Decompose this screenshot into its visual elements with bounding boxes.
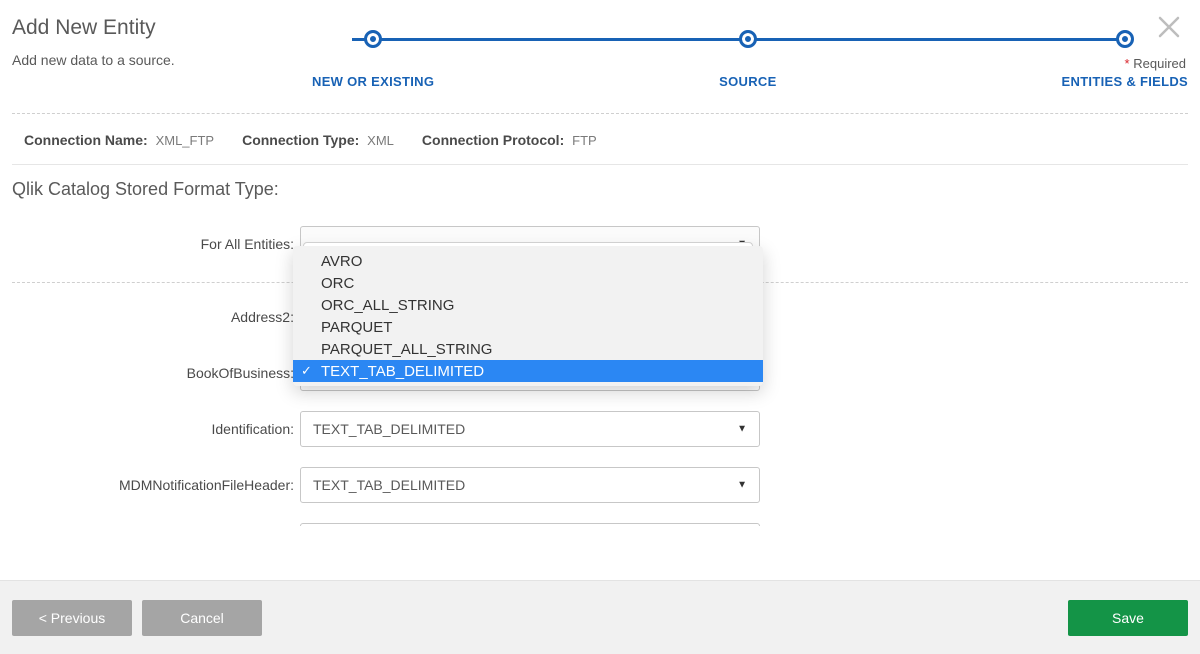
- select-value: TEXT_TAB_DELIMITED: [313, 477, 465, 493]
- dropdown-top-edge: [303, 242, 753, 246]
- identification-select[interactable]: TEXT_TAB_DELIMITED ▼: [300, 411, 760, 447]
- step-circle-icon: [1116, 30, 1134, 48]
- entity-label: Identification:: [0, 421, 300, 437]
- entity-label: Address2:: [0, 309, 300, 325]
- select-value: TEXT_TAB_DELIMITED: [313, 421, 465, 437]
- connection-type-value: XML: [367, 133, 394, 148]
- option-label: ORC_ALL_STRING: [321, 297, 454, 314]
- dialog-header: Add New Entity Add new data to a source.…: [0, 0, 1200, 89]
- chevron-down-icon: ▼: [737, 424, 747, 435]
- previous-button[interactable]: < Previous: [12, 600, 132, 636]
- step-source[interactable]: SOURCE: [719, 30, 776, 89]
- for-all-entities-label: For All Entities:: [0, 236, 300, 252]
- page-title: Add New Entity: [12, 16, 312, 40]
- step-label: NEW OR EXISTING: [312, 74, 434, 89]
- step-new-or-existing[interactable]: NEW OR EXISTING: [312, 30, 434, 89]
- format-dropdown-menu[interactable]: AVRO ORC ORC_ALL_STRING PARQUET PARQUET_…: [293, 246, 763, 386]
- step-label: SOURCE: [719, 74, 776, 89]
- option-label: PARQUET_ALL_STRING: [321, 341, 492, 358]
- connection-name: Connection Name: XML_FTP: [24, 132, 214, 148]
- connection-name-value: XML_FTP: [156, 133, 215, 148]
- dropdown-option-orc-all-string[interactable]: ORC_ALL_STRING: [293, 294, 763, 316]
- wizard-stepper: NEW OR EXISTING SOURCE ENTITIES & FIELDS: [312, 16, 1188, 89]
- step-entities-fields[interactable]: ENTITIES & FIELDS: [1062, 30, 1188, 89]
- connection-type-label: Connection Type:: [242, 132, 359, 148]
- option-label: TEXT_TAB_DELIMITED: [321, 363, 484, 380]
- title-block: Add New Entity Add new data to a source.: [12, 16, 312, 68]
- checkmark-icon: ✓: [301, 363, 312, 379]
- option-label: AVRO: [321, 253, 362, 270]
- option-label: PARQUET: [321, 319, 392, 336]
- row-mdmnotificationfiletrailer: MDMNotificationFileTrailer: TEXT_TAB_DEL…: [0, 513, 1200, 526]
- step-circle-icon: [364, 30, 382, 48]
- mdmnotificationfiletrailer-select[interactable]: TEXT_TAB_DELIMITED ▼: [300, 523, 760, 526]
- save-button[interactable]: Save: [1068, 600, 1188, 636]
- step-circle-icon: [739, 30, 757, 48]
- cancel-button[interactable]: Cancel: [142, 600, 262, 636]
- connection-name-label: Connection Name:: [24, 132, 148, 148]
- dropdown-option-text-tab-delimited[interactable]: ✓ TEXT_TAB_DELIMITED: [293, 360, 763, 382]
- step-label: ENTITIES & FIELDS: [1062, 74, 1188, 89]
- mdmnotificationfileheader-select[interactable]: TEXT_TAB_DELIMITED ▼: [300, 467, 760, 503]
- connection-info: Connection Name: XML_FTP Connection Type…: [12, 114, 1188, 165]
- connection-protocol-value: FTP: [572, 133, 597, 148]
- connection-protocol: Connection Protocol: FTP: [422, 132, 597, 148]
- connection-protocol-label: Connection Protocol:: [422, 132, 564, 148]
- page-subtitle: Add new data to a source.: [12, 52, 312, 68]
- option-label: ORC: [321, 275, 354, 292]
- row-identification: Identification: TEXT_TAB_DELIMITED ▼: [0, 401, 1200, 457]
- dialog-footer: < Previous Cancel Save: [0, 580, 1200, 654]
- dropdown-option-orc[interactable]: ORC: [293, 272, 763, 294]
- entity-label: BookOfBusiness:: [0, 365, 300, 381]
- dropdown-option-avro[interactable]: AVRO: [293, 250, 763, 272]
- section-title: Qlik Catalog Stored Format Type:: [0, 165, 1200, 206]
- entity-label: MDMNotificationFileHeader:: [0, 477, 300, 493]
- connection-type: Connection Type: XML: [242, 132, 394, 148]
- chevron-down-icon: ▼: [737, 480, 747, 491]
- dropdown-option-parquet[interactable]: PARQUET: [293, 316, 763, 338]
- row-mdmnotificationfileheader: MDMNotificationFileHeader: TEXT_TAB_DELI…: [0, 457, 1200, 513]
- dropdown-option-parquet-all-string[interactable]: PARQUET_ALL_STRING: [293, 338, 763, 360]
